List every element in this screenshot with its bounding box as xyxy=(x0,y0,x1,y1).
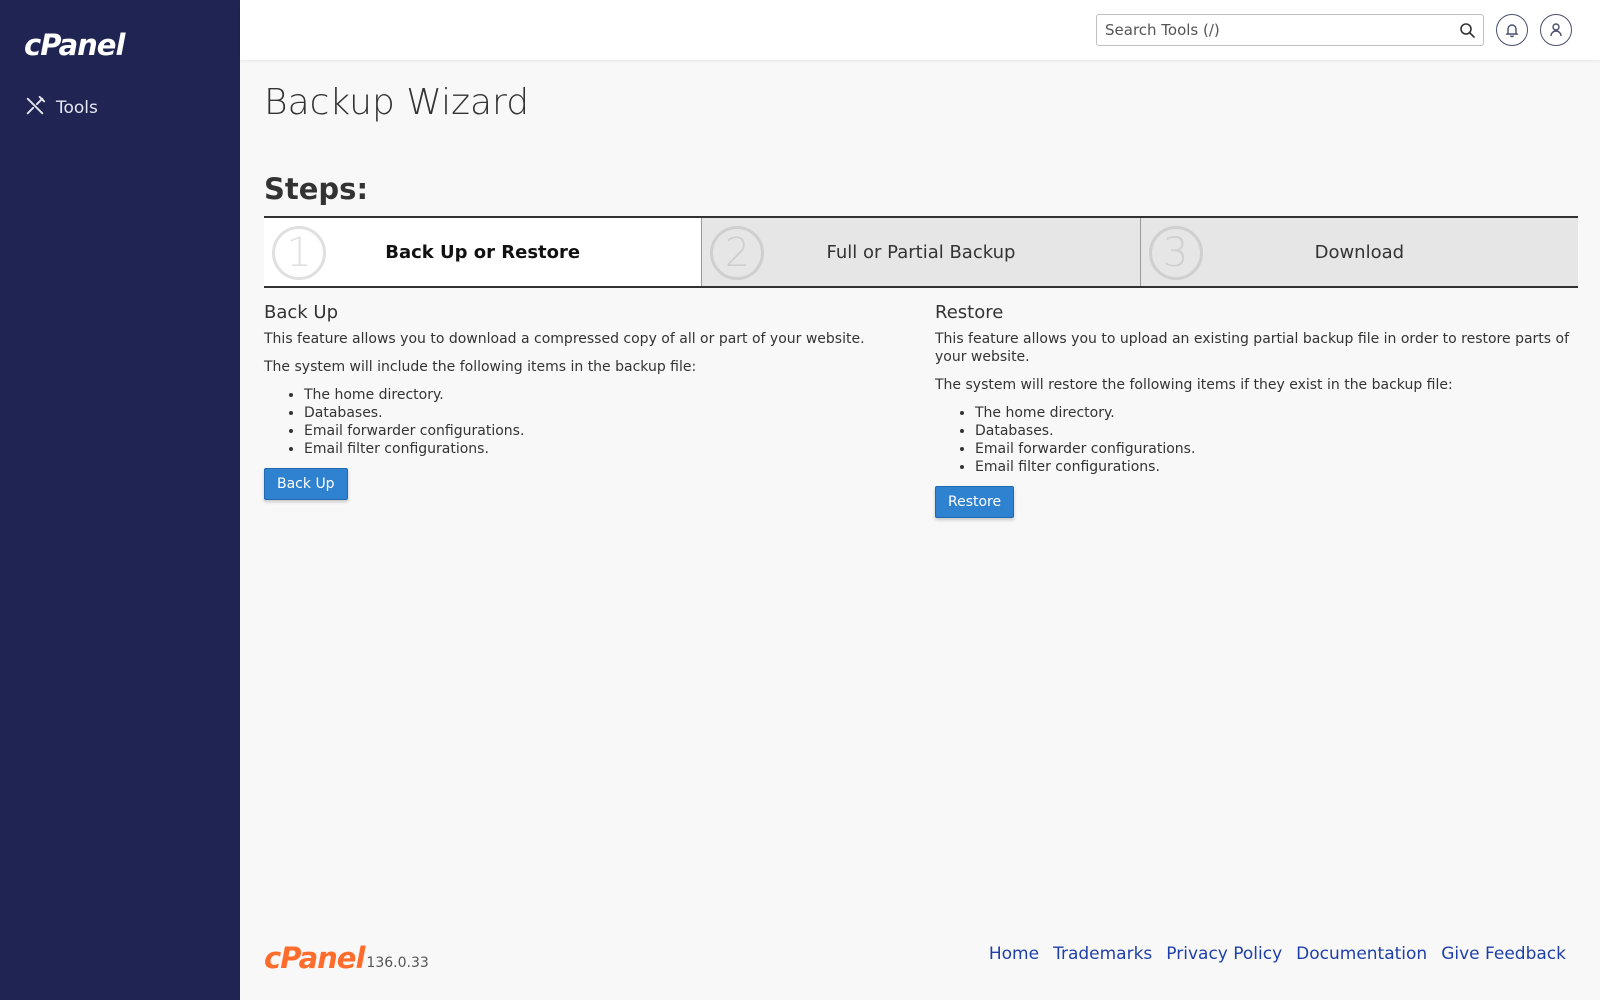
version-label: 136.0.33 xyxy=(366,955,429,971)
back-up-button[interactable]: Back Up xyxy=(264,468,348,500)
footer-cpanel-logo: cPanel xyxy=(264,941,365,975)
restore-heading: Restore xyxy=(935,302,1004,323)
restore-intro: The system will restore the following it… xyxy=(935,377,1453,393)
tools-icon xyxy=(24,95,46,121)
footer-link-privacy-policy[interactable]: Privacy Policy xyxy=(1166,944,1282,964)
backup-intro: The system will include the following it… xyxy=(264,359,697,375)
user-icon xyxy=(1550,23,1562,37)
step-2: 2 Full or Partial Backup xyxy=(702,218,1141,286)
notifications-button[interactable] xyxy=(1496,14,1528,46)
step-1: 1 Back Up or Restore xyxy=(264,218,703,286)
step-number: 2 xyxy=(710,226,765,280)
sidebar-item-label: Tools xyxy=(56,98,98,118)
bell-icon xyxy=(1505,24,1519,38)
step-3: 3 Download xyxy=(1140,218,1578,286)
steps-heading: Steps: xyxy=(264,172,369,206)
search-icon[interactable] xyxy=(1459,22,1475,38)
step-label: Back Up or Restore xyxy=(385,241,581,263)
search-box xyxy=(1096,14,1484,46)
footer-link-home[interactable]: Home xyxy=(989,944,1039,964)
top-header xyxy=(240,0,1600,60)
list-item: The home directory. xyxy=(975,404,1575,422)
wizard-steps: 1 Back Up or Restore 2 Full or Partial B… xyxy=(264,216,1578,288)
list-item: Databases. xyxy=(975,422,1575,440)
step-label: Full or Partial Backup xyxy=(826,241,1016,263)
restore-description: This feature allows you to upload an exi… xyxy=(935,331,1570,365)
backup-heading: Back Up xyxy=(264,302,339,323)
list-item: Email forwarder configurations. xyxy=(975,440,1575,458)
list-item: The home directory. xyxy=(304,386,904,404)
footer-link-documentation[interactable]: Documentation xyxy=(1296,944,1427,964)
sidebar: cPanel Tools xyxy=(0,0,240,1000)
sidebar-item-tools[interactable]: Tools xyxy=(24,94,98,122)
restore-section: Restore This feature allows you to uploa… xyxy=(935,304,1575,518)
step-number: 1 xyxy=(272,226,326,280)
search-input[interactable] xyxy=(1097,15,1437,45)
backup-item-list: The home directory. Databases. Email for… xyxy=(304,386,904,458)
list-item: Email filter configurations. xyxy=(304,440,904,458)
list-item: Email filter configurations. xyxy=(975,458,1575,476)
list-item: Databases. xyxy=(304,404,904,422)
backup-description: This feature allows you to download a co… xyxy=(264,331,865,347)
footer-link-trademarks[interactable]: Trademarks xyxy=(1053,944,1152,964)
restore-button[interactable]: Restore xyxy=(935,486,1015,518)
list-item: Email forwarder configurations. xyxy=(304,422,904,440)
backup-section: Back Up This feature allows you to downl… xyxy=(264,304,904,500)
footer-branding: cPanel 136.0.33 xyxy=(264,941,429,975)
step-number: 3 xyxy=(1148,226,1203,280)
user-menu-button[interactable] xyxy=(1540,14,1572,46)
step-label: Download xyxy=(1314,241,1405,263)
footer-link-give-feedback[interactable]: Give Feedback xyxy=(1441,944,1566,964)
page-title: Backup Wizard xyxy=(264,82,530,123)
restore-item-list: The home directory. Databases. Email for… xyxy=(975,404,1575,476)
cpanel-logo[interactable]: cPanel xyxy=(24,28,125,62)
footer-links: Home Trademarks Privacy Policy Documenta… xyxy=(989,944,1566,964)
